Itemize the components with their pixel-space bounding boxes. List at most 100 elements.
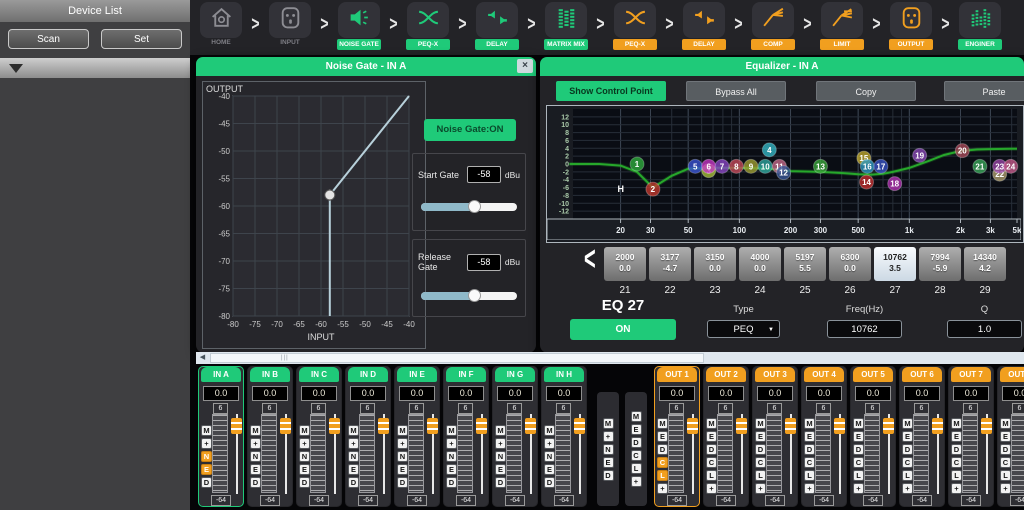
channel-label[interactable]: IN C <box>299 367 339 382</box>
strip-button-e[interactable]: E <box>657 431 668 442</box>
eq-point-4[interactable]: 4 <box>762 143 776 157</box>
channel-label[interactable]: OUT 2 <box>706 367 746 382</box>
channel-label[interactable]: IN B <box>250 367 290 382</box>
strip-button-plus[interactable]: + <box>201 438 212 449</box>
strip-button-m[interactable]: M <box>348 425 359 436</box>
toolbar-item-matrix-mix-5[interactable]: MATRIX MIX <box>543 2 589 50</box>
eq-point-21[interactable]: 21 <box>973 159 987 173</box>
strip-button-c[interactable]: C <box>902 457 913 468</box>
strip-button-c[interactable]: C <box>804 457 815 468</box>
strip-button-l[interactable]: L <box>902 470 913 481</box>
eq-point-1[interactable]: 1 <box>630 157 644 171</box>
toolbar-item-peq-x-3[interactable]: PEQ-X <box>405 2 451 50</box>
noise-gate-on-button[interactable]: Noise Gate:ON <box>424 119 516 141</box>
strip-button-e[interactable]: E <box>544 464 555 475</box>
master-button-m[interactable]: M <box>631 411 642 422</box>
strip-button-e[interactable]: E <box>902 431 913 442</box>
channel-label[interactable]: IN A <box>201 367 241 382</box>
master-button-d[interactable]: D <box>603 470 614 481</box>
bypass-all-button[interactable]: Bypass All <box>686 81 786 101</box>
strip-button-m[interactable]: M <box>706 418 717 429</box>
channel-gain-value[interactable]: 0.0 <box>806 386 842 401</box>
fader-handle[interactable] <box>687 418 698 434</box>
eq-point-24[interactable]: 24 <box>1004 159 1018 173</box>
master-button-e[interactable]: E <box>631 424 642 435</box>
channel-gain-value[interactable]: 0.0 <box>350 386 386 401</box>
strip-out-5[interactable]: OUT 50.06-64MEDCL+ <box>850 366 896 507</box>
channel-gain-value[interactable]: 0.0 <box>497 386 533 401</box>
start-gate-slider[interactable] <box>421 203 517 211</box>
strip-in-b[interactable]: IN B0.06-64M+NED <box>247 366 293 507</box>
release-gate-slider-thumb[interactable] <box>468 289 481 302</box>
eq-point-6[interactable]: 6 <box>702 159 716 173</box>
fader-handle[interactable] <box>785 418 796 434</box>
strip-button-c[interactable]: C <box>951 457 962 468</box>
strip-button-l[interactable]: L <box>657 470 668 481</box>
toolbar-item-enginer-11[interactable]: ENGINER <box>957 2 1003 50</box>
master-button-d[interactable]: D <box>631 437 642 448</box>
toolbar-item-home-0[interactable]: HOME <box>198 2 244 46</box>
master-button-e[interactable]: E <box>603 457 614 468</box>
eq-band-cell-27[interactable]: 107623.5 <box>874 247 916 281</box>
strip-in-g[interactable]: IN G0.06-64M+NED <box>492 366 538 507</box>
strip-button-n[interactable]: N <box>397 451 408 462</box>
close-icon[interactable]: × <box>517 59 533 73</box>
channel-label[interactable]: IN D <box>348 367 388 382</box>
strip-button-m[interactable]: M <box>299 425 310 436</box>
channel-gain-value[interactable]: 0.0 <box>953 386 989 401</box>
strip-button-l[interactable]: L <box>1000 470 1011 481</box>
channel-label[interactable]: OUT 7 <box>951 367 991 382</box>
strip-in-f[interactable]: IN F0.06-64M+NED <box>443 366 489 507</box>
eq-point-5[interactable]: 5 <box>688 159 702 173</box>
channel-label[interactable]: IN E <box>397 367 437 382</box>
channel-gain-value[interactable]: 0.0 <box>904 386 940 401</box>
channel-label[interactable]: OUT 1 <box>657 367 697 382</box>
eq-band-cell-21[interactable]: 20000.0 <box>604 247 646 281</box>
strip-button-d[interactable]: D <box>201 477 212 488</box>
strip-button-d[interactable]: D <box>755 444 766 455</box>
eq-point-18[interactable]: 18 <box>888 177 902 191</box>
strip-button-d[interactable]: D <box>250 477 261 488</box>
horizontal-scrollbar[interactable]: ◀ ||| <box>196 352 1024 364</box>
device-list-collapse-bar[interactable] <box>0 58 190 78</box>
strip-out-6[interactable]: OUT 60.06-64MEDCL+ <box>899 366 945 507</box>
toolbar-item-delay-7[interactable]: DELAY <box>681 2 727 50</box>
start-gate-slider-thumb[interactable] <box>468 200 481 213</box>
strip-out-7[interactable]: OUT 70.06-64MEDCL+ <box>948 366 994 507</box>
fader-handle[interactable] <box>736 418 747 434</box>
strip-button-m[interactable]: M <box>853 418 864 429</box>
channel-label[interactable]: OUT 5 <box>853 367 893 382</box>
strip-button-plus[interactable]: + <box>951 483 962 494</box>
channel-gain-value[interactable]: 0.0 <box>659 386 695 401</box>
strip-button-plus[interactable]: + <box>397 438 408 449</box>
strip-button-plus[interactable]: + <box>1000 483 1011 494</box>
strip-button-d[interactable]: D <box>706 444 717 455</box>
strip-button-n[interactable]: N <box>348 451 359 462</box>
fader-handle[interactable] <box>574 418 585 434</box>
fader-handle[interactable] <box>231 418 242 434</box>
eq-point-16[interactable]: 16 <box>860 159 874 173</box>
strip-button-plus[interactable]: + <box>348 438 359 449</box>
eq-point-9[interactable]: 9 <box>744 159 758 173</box>
channel-gain-value[interactable]: 0.0 <box>301 386 337 401</box>
eq-band-cell-29[interactable]: 143404.2 <box>964 247 1006 281</box>
channel-gain-value[interactable]: 0.0 <box>855 386 891 401</box>
eq-point-17[interactable]: 17 <box>874 159 888 173</box>
fader-handle[interactable] <box>427 418 438 434</box>
strip-button-e[interactable]: E <box>495 464 506 475</box>
strip-button-d[interactable]: D <box>1000 444 1011 455</box>
strip-button-l[interactable]: L <box>755 470 766 481</box>
channel-label[interactable]: OUT 4 <box>804 367 844 382</box>
strip-out-2[interactable]: OUT 20.06-64MEDCL+ <box>703 366 749 507</box>
strip-in-a[interactable]: IN A0.06-64M+NED <box>198 366 244 507</box>
strip-button-n[interactable]: N <box>201 451 212 462</box>
release-gate-value[interactable]: -58 <box>467 254 501 271</box>
copy-button[interactable]: Copy <box>816 81 916 101</box>
strip-button-plus[interactable]: + <box>446 438 457 449</box>
channel-label[interactable]: OUT 6 <box>902 367 942 382</box>
strip-button-plus[interactable]: + <box>495 438 506 449</box>
eq-point-19[interactable]: 19 <box>913 148 927 162</box>
toolbar-item-delay-4[interactable]: DELAY <box>474 2 520 50</box>
toolbar-item-limit-9[interactable]: LIMIT <box>819 2 865 50</box>
strip-button-c[interactable]: C <box>755 457 766 468</box>
